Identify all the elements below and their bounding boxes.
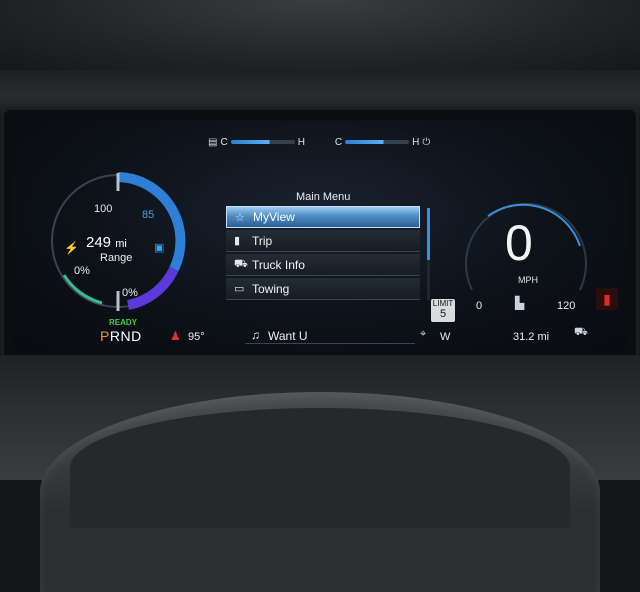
fuel-pump-icon: ▮ bbox=[234, 235, 241, 247]
gauge-low-label: C bbox=[220, 136, 228, 148]
music-note-icon: ♫ bbox=[251, 328, 260, 342]
charge-port-icon: ▣ bbox=[154, 242, 165, 254]
trailer-icon: ▭ bbox=[234, 283, 245, 295]
menu-scroll-thumb[interactable] bbox=[427, 208, 430, 260]
menu-item-myview[interactable]: ☆ MyView bbox=[226, 206, 420, 228]
range-readout: 249 mi bbox=[86, 234, 127, 251]
menu-item-label: Trip bbox=[252, 233, 273, 248]
speed-limit-value: 5 bbox=[439, 308, 447, 320]
speed-max: 120 bbox=[557, 300, 576, 312]
coolant-temp-bar bbox=[345, 140, 410, 144]
star-icon: ☆ bbox=[235, 211, 245, 224]
range-value: 249 bbox=[86, 234, 112, 251]
menu-item-trip[interactable]: ▮ Trip bbox=[226, 230, 420, 252]
speed-limit-sign: LIMIT 5 bbox=[431, 299, 455, 322]
charge-target-label: 85 bbox=[142, 209, 155, 221]
windshield-area bbox=[0, 0, 640, 70]
menu-title: Main Menu bbox=[296, 191, 351, 203]
battery-temp-gauge: ▤ C H bbox=[208, 137, 305, 148]
status-divider bbox=[245, 343, 415, 344]
range-unit: mi bbox=[115, 238, 127, 250]
menu-item-label: Towing bbox=[252, 281, 290, 296]
seatbelt-warning-icon: ♟ bbox=[170, 329, 181, 343]
speed-min: 0 bbox=[476, 300, 483, 312]
compass-icon: ⌖ bbox=[420, 328, 427, 340]
lane-assist-car-icon: ▙ bbox=[515, 296, 525, 310]
menu-item-towing[interactable]: ▭ Towing bbox=[226, 278, 420, 300]
battery-temp-icon: ▤ bbox=[208, 136, 218, 148]
tow-haul-icon: ⛟ bbox=[574, 326, 588, 338]
truck-icon: ⛟ bbox=[234, 257, 248, 270]
speed-value: 0 bbox=[505, 215, 533, 271]
battery-temp-bar bbox=[230, 140, 295, 144]
temperature-gauges: ▤ C H C H ⏻ bbox=[208, 133, 448, 151]
coolant-temp-icon: ⏻ bbox=[422, 136, 431, 148]
warning-indicator-icon: ▮ bbox=[596, 288, 618, 310]
main-menu: ☆ MyView ▮ Trip ⛟ Truck Info ▭ Towing bbox=[226, 206, 420, 302]
menu-item-truck-info[interactable]: ⛟ Truck Info bbox=[226, 254, 420, 276]
charging-bolt-icon: ⚡ bbox=[64, 241, 79, 255]
ready-indicator: READY bbox=[109, 318, 138, 327]
gauge-high-label: H bbox=[297, 136, 305, 148]
gear-other: RND bbox=[109, 328, 142, 344]
speed-unit: MPH bbox=[518, 275, 538, 285]
compass-heading: W bbox=[440, 331, 451, 343]
outside-temp: 95° bbox=[188, 331, 205, 343]
speed-limit-label: LIMIT bbox=[432, 299, 454, 308]
trip-distance: 31.2 mi bbox=[513, 331, 550, 343]
dashboard-top bbox=[0, 70, 640, 115]
battery-scale-top: 100 bbox=[94, 203, 113, 215]
left-percent: 0% bbox=[74, 265, 90, 277]
steering-wheel-hub bbox=[70, 408, 570, 528]
now-playing: Want U bbox=[268, 329, 308, 343]
menu-item-label: Truck Info bbox=[252, 257, 305, 272]
gear-selector: PRND bbox=[100, 328, 142, 344]
coolant-temp-gauge: C H ⏻ bbox=[335, 137, 430, 148]
range-label: Range bbox=[100, 252, 133, 264]
gear-selected: P bbox=[100, 328, 110, 344]
bottom-percent: 0% bbox=[122, 287, 138, 299]
menu-item-label: MyView bbox=[253, 210, 295, 224]
gauge-low-label: C bbox=[334, 136, 343, 148]
gauge-high-label: H bbox=[412, 136, 420, 148]
